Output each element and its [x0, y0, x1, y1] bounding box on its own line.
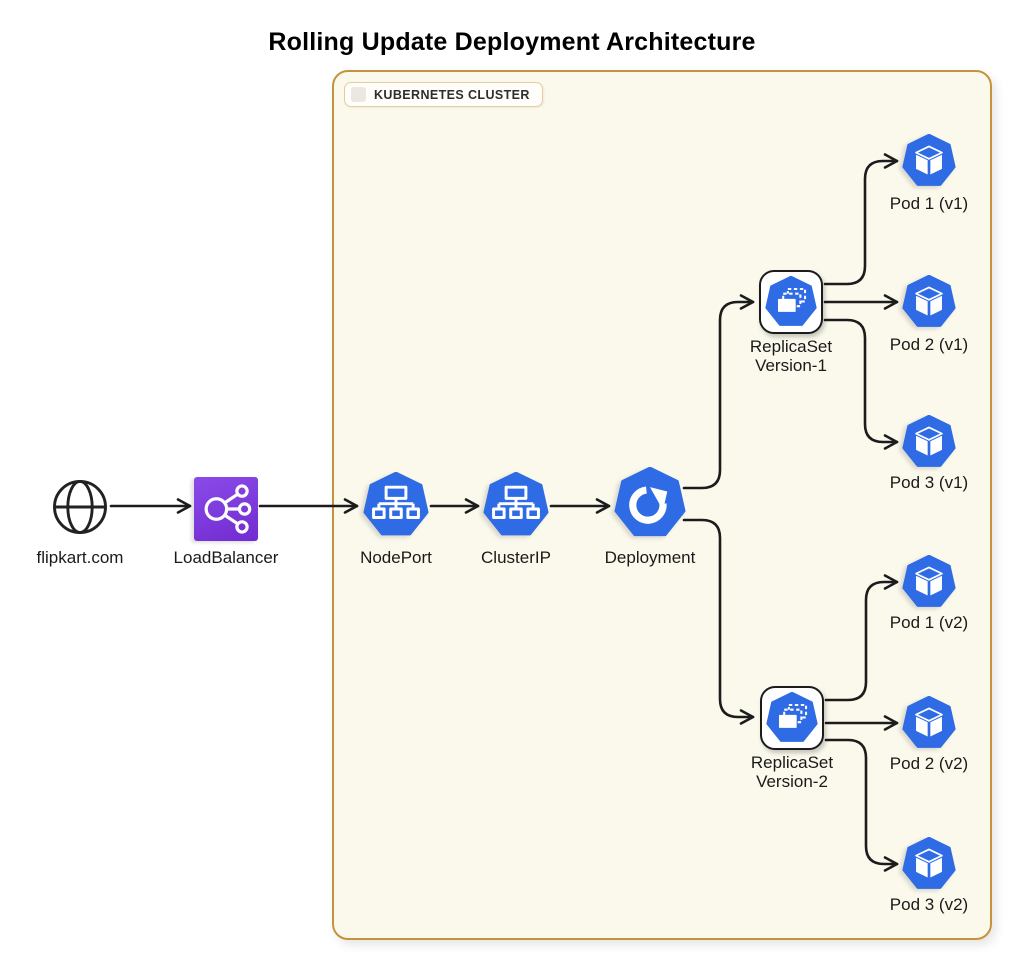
k8s-pod-icon: [902, 555, 956, 609]
replicaset-label: ReplicaSet: [712, 753, 872, 772]
node-label: Pod 1 (v2): [849, 613, 1009, 632]
k8s-pod-icon: [902, 134, 956, 188]
node-label: Pod 2 (v1): [849, 335, 1009, 354]
k8s-service-icon: [483, 472, 549, 538]
replicaset-sublabel: Version-2: [712, 772, 872, 791]
replicaset-label: ReplicaSet: [711, 337, 871, 356]
node-label: Pod 3 (v1): [849, 473, 1009, 492]
globe-icon: [51, 478, 109, 536]
node-label: Pod 3 (v2): [849, 895, 1009, 914]
k8s-pod-icon: [902, 837, 956, 891]
k8s-pod-icon: [902, 275, 956, 329]
k8s-replicaset-icon: [760, 686, 824, 750]
k8s-service-icon: [363, 472, 429, 538]
node-label: Deployment: [570, 548, 730, 567]
node-label: Pod 1 (v1): [849, 194, 1009, 213]
k8s-pod-icon: [902, 696, 956, 750]
replicaset-sublabel: Version-1: [711, 356, 871, 375]
node-label: ReplicaSet Version-2: [712, 753, 872, 791]
node-label: Pod 2 (v2): [849, 754, 1009, 773]
node-label: flipkart.com: [0, 548, 160, 567]
load-balancer-icon: [194, 477, 258, 541]
node-label: ReplicaSet Version-1: [711, 337, 871, 375]
diagram-canvas: Rolling Update Deployment Architecture K…: [0, 0, 1024, 971]
edge-deployment-replicaset1: [684, 302, 753, 488]
k8s-deployment-icon: [614, 467, 686, 539]
k8s-pod-icon: [902, 415, 956, 469]
edge-replicaset2-pod1v2: [826, 582, 897, 700]
edge-replicaset1-pod1v1: [825, 161, 897, 284]
k8s-replicaset-icon: [759, 270, 823, 334]
node-label: LoadBalancer: [146, 548, 306, 567]
